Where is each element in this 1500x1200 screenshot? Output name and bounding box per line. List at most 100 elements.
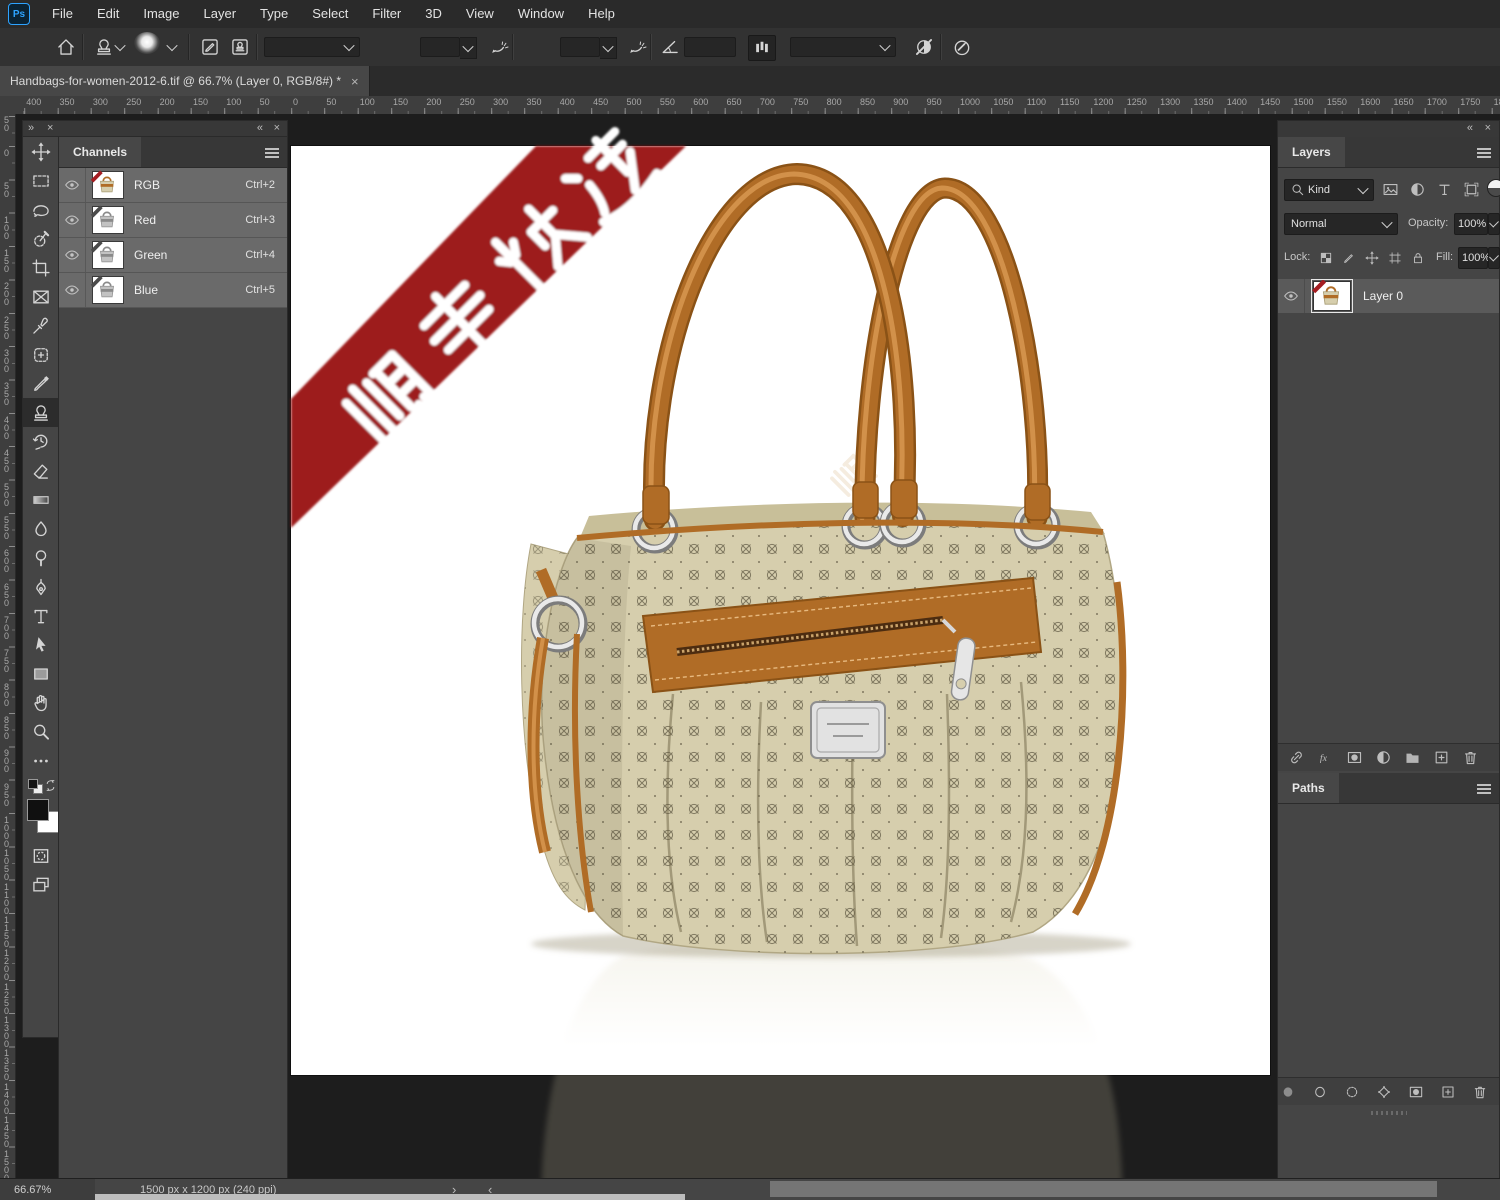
add-layer-mask-button[interactable]	[1406, 1082, 1425, 1102]
expand-dock-icon[interactable]: »	[28, 122, 34, 134]
opacity-field[interactable]: 100%	[1454, 213, 1488, 235]
filter-toggle-icon[interactable]	[1487, 179, 1500, 197]
tool-lasso[interactable]	[23, 195, 59, 224]
collapse-layers-icon[interactable]: «	[1467, 122, 1473, 134]
tool-path-selection[interactable]	[23, 630, 59, 659]
channel-visibility-toggle[interactable]	[59, 203, 86, 237]
load-selection-button[interactable]	[1342, 1082, 1361, 1102]
lock-all-button[interactable]	[1410, 249, 1425, 267]
menu-filter[interactable]: Filter	[360, 0, 413, 28]
layer-styles-button[interactable]: fx	[1316, 748, 1336, 768]
tool-rectangle[interactable]	[23, 659, 59, 688]
layer-filter-select[interactable]: Kind	[1284, 179, 1374, 201]
home-button[interactable]	[54, 35, 78, 59]
tool-crop[interactable]	[23, 253, 59, 282]
channel-row-rgb[interactable]: RGBCtrl+2	[59, 168, 287, 203]
tab-paths[interactable]: Paths	[1278, 773, 1339, 803]
horizontal-scrollbar-thumb[interactable]	[95, 1194, 685, 1200]
layer-visibility-toggle[interactable]	[1278, 279, 1305, 313]
menu-type[interactable]: Type	[248, 0, 300, 28]
opacity-field[interactable]	[420, 37, 460, 57]
new-group-button[interactable]	[1403, 748, 1423, 768]
tool-brush[interactable]	[23, 369, 59, 398]
horizontal-scrollbar[interactable]	[770, 1181, 1437, 1197]
close-dock-icon[interactable]: ×	[47, 122, 53, 134]
blend-mode-select[interactable]	[264, 37, 360, 57]
airbrush-button[interactable]	[624, 35, 648, 59]
tool-gradient[interactable]	[23, 485, 59, 514]
type-layer-filter-button[interactable]	[1434, 179, 1454, 199]
layers-menu-icon[interactable]	[1477, 148, 1491, 150]
opacity-dropdown-icon[interactable]	[1488, 213, 1500, 235]
airbrush-button[interactable]	[486, 35, 510, 59]
tool-move[interactable]	[23, 137, 59, 166]
channel-row-blue[interactable]: BlueCtrl+5	[59, 273, 287, 308]
zoom-level-field[interactable]: 66.67%	[0, 1179, 95, 1200]
panel-menu-icon[interactable]	[265, 148, 279, 150]
ignore-adjustment-layers-button[interactable]	[912, 35, 936, 59]
flow-dropdown-icon[interactable]	[600, 37, 617, 59]
brush-picker-dropdown-icon[interactable]	[166, 35, 178, 59]
new-layer-button[interactable]	[1432, 748, 1452, 768]
lock-artboard-button[interactable]	[1387, 249, 1402, 267]
close-tab-icon[interactable]: ×	[351, 74, 359, 89]
collapse-panel-icon[interactable]: «	[257, 122, 263, 134]
blend-mode-select[interactable]: Normal	[1284, 213, 1398, 235]
new-adjustment-layer-button[interactable]	[1374, 748, 1394, 768]
delete-button[interactable]	[1461, 748, 1481, 768]
tool-quick-selection[interactable]	[23, 224, 59, 253]
channel-row-green[interactable]: GreenCtrl+4	[59, 238, 287, 273]
layer-thumbnail[interactable]	[1313, 281, 1351, 311]
swap-colors-icon[interactable]	[44, 779, 57, 792]
tool-eyedropper[interactable]	[23, 311, 59, 340]
link-layers-button[interactable]	[1287, 748, 1307, 768]
tool-pen[interactable]	[23, 572, 59, 601]
new-layer-button[interactable]	[1438, 1082, 1457, 1102]
menu-3d[interactable]: 3D	[413, 0, 454, 28]
canvas[interactable]	[291, 146, 1270, 1075]
lock-transparent-pixels-button[interactable]	[1318, 249, 1333, 267]
sample-select[interactable]	[790, 37, 896, 57]
tool-spot-healing-brush[interactable]	[23, 340, 59, 369]
channel-row-red[interactable]: RedCtrl+3	[59, 203, 287, 238]
tool-blur[interactable]	[23, 514, 59, 543]
menu-help[interactable]: Help	[576, 0, 627, 28]
layer-row[interactable]: Layer 0	[1278, 279, 1499, 313]
menu-layer[interactable]: Layer	[192, 0, 249, 28]
aligned-toggle[interactable]	[748, 35, 776, 61]
add-layer-mask-button[interactable]	[1345, 748, 1365, 768]
clone-source-panel-button[interactable]	[228, 35, 252, 59]
tool-zoom[interactable]	[23, 717, 59, 746]
brush-settings-panel-button[interactable]	[198, 35, 222, 59]
clone-stamp-button[interactable]	[92, 35, 116, 59]
tool-eraser[interactable]	[23, 456, 59, 485]
tablet-pressure-size-button[interactable]	[950, 35, 974, 59]
tool-rectangular-marquee[interactable]	[23, 166, 59, 195]
menu-select[interactable]: Select	[300, 0, 360, 28]
tool-hand[interactable]	[23, 688, 59, 717]
tool-edit-toolbar[interactable]	[23, 746, 59, 775]
fill-dropdown-icon[interactable]	[1488, 247, 1500, 269]
channel-visibility-toggle[interactable]	[59, 168, 86, 202]
menu-edit[interactable]: Edit	[85, 0, 131, 28]
close-panel-icon[interactable]: ×	[274, 122, 280, 134]
tool-clone-stamp[interactable]	[23, 398, 59, 427]
foreground-color-swatch[interactable]	[27, 799, 49, 821]
menu-file[interactable]: File	[40, 0, 85, 28]
tool-type[interactable]	[23, 601, 59, 630]
tab-layers[interactable]: Layers	[1278, 137, 1345, 167]
fill-field[interactable]: 100%	[1458, 247, 1488, 269]
channel-visibility-toggle[interactable]	[59, 238, 86, 272]
menu-image[interactable]: Image	[131, 0, 191, 28]
tool-preset-dropdown-icon[interactable]	[114, 35, 126, 59]
fill-path-button[interactable]	[1278, 1082, 1297, 1102]
pixel-layer-filter-button[interactable]	[1380, 179, 1400, 199]
delete-button[interactable]	[1470, 1082, 1489, 1102]
opacity-dropdown-icon[interactable]	[460, 37, 477, 59]
angle-field[interactable]	[684, 37, 736, 57]
menu-view[interactable]: View	[454, 0, 506, 28]
screen-mode-button[interactable]	[23, 870, 59, 899]
lock-position-button[interactable]	[1364, 249, 1379, 267]
tool-frame[interactable]	[23, 282, 59, 311]
document-tab[interactable]: Handbags-for-women-2012-6.tif @ 66.7% (L…	[0, 66, 370, 96]
